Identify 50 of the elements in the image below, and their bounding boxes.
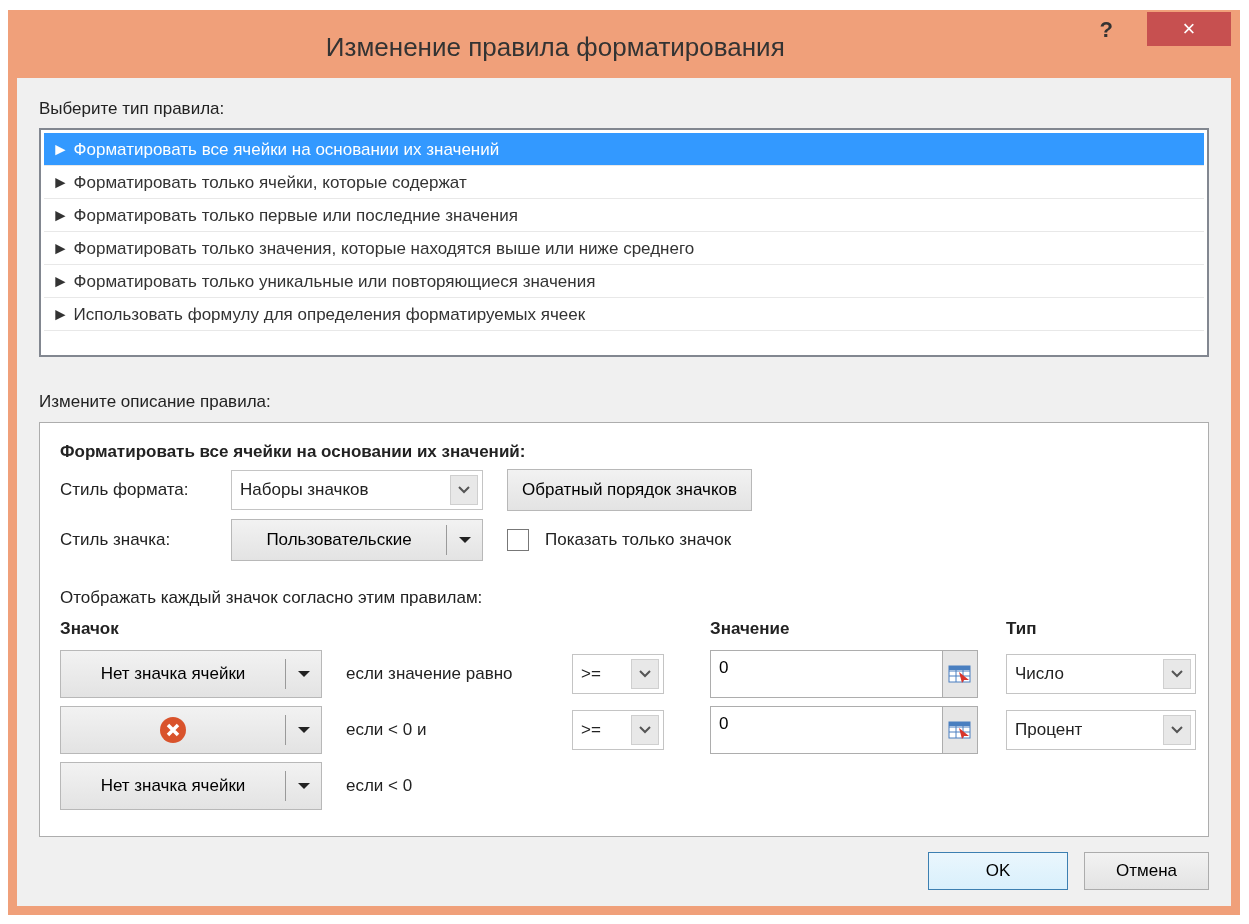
format-style-label: Стиль формата: xyxy=(60,478,190,501)
cross-circle-icon xyxy=(159,715,187,744)
condition-text: если значение равно xyxy=(345,663,513,683)
rule-type-item[interactable]: ► Использовать формулу для определения форматируемых ячеек xyxy=(44,297,1204,331)
rule-type-item[interactable]: ► Форматировать только уникальные или повторяющиеся значения xyxy=(44,264,1204,298)
column-header: Значение xyxy=(710,619,790,638)
panel-heading: Форматировать все ячейки на основании их значений: xyxy=(60,441,527,463)
icon-style-dropdown[interactable]: Пользовательские xyxy=(231,518,483,561)
type-dropdown[interactable]: Процент xyxy=(1006,709,1196,750)
rule-type-item[interactable]: ► Форматировать только ячейки, которые содержат xyxy=(44,165,1204,199)
operator-dropdown[interactable]: >= xyxy=(572,709,664,750)
checkbox[interactable] xyxy=(507,528,529,551)
rule-type-item[interactable]: ► Форматировать только значения, которые находятся выше или ниже среднего xyxy=(44,231,1204,265)
chevron-icon xyxy=(638,668,652,679)
range-select-button[interactable] xyxy=(942,649,978,698)
icon-style-label: Стиль значка: xyxy=(60,528,172,551)
window-title: Изменение правила форматирования xyxy=(324,31,786,64)
help-button[interactable]: ? xyxy=(1093,12,1119,47)
rule-type-item[interactable]: ► Форматировать только первые или последние значения xyxy=(44,198,1204,232)
condition-text: если < 0 и xyxy=(345,719,427,739)
column-header: Тип xyxy=(1006,619,1037,638)
reverse-order-button[interactable]: Обратный порядок значков xyxy=(507,468,752,511)
chevron-icon xyxy=(457,484,471,495)
caret-icon xyxy=(296,781,311,790)
caret-icon xyxy=(457,535,472,544)
column-header: Значок xyxy=(60,619,119,638)
value-field[interactable]: 0 xyxy=(710,705,942,754)
chevron-icon xyxy=(1170,724,1184,735)
ok-button[interactable]: OK xyxy=(928,852,1068,890)
caret-icon xyxy=(296,669,311,678)
range-picker-icon xyxy=(948,663,972,684)
format-style-dropdown[interactable]: Наборы значков xyxy=(231,469,483,510)
rule-type-label: Выберите тип правила: xyxy=(39,98,226,120)
operator-dropdown[interactable]: >= xyxy=(572,653,664,694)
icon-dropdown[interactable]: Нет значка ячейки xyxy=(60,649,322,698)
range-picker-icon xyxy=(948,719,972,740)
caret-icon xyxy=(296,725,311,734)
icon-dropdown[interactable] xyxy=(60,705,322,754)
rules-label: Отображать каждый значок согласно этим правилам: xyxy=(60,586,484,609)
description-label: Измените описание правила: xyxy=(39,390,272,413)
value-field[interactable]: 0 xyxy=(710,649,942,698)
type-dropdown[interactable]: Число xyxy=(1006,653,1196,694)
close-button[interactable]: × xyxy=(1147,12,1231,46)
range-select-button[interactable] xyxy=(942,705,978,754)
chevron-icon xyxy=(1170,668,1184,679)
icon-dropdown[interactable]: Нет значка ячейки xyxy=(60,761,322,810)
checkbox-label: Показать только значок xyxy=(545,528,732,551)
chevron-icon xyxy=(638,724,652,735)
condition-text: если < 0 xyxy=(345,775,413,795)
cancel-button[interactable]: Отмена xyxy=(1084,852,1209,890)
